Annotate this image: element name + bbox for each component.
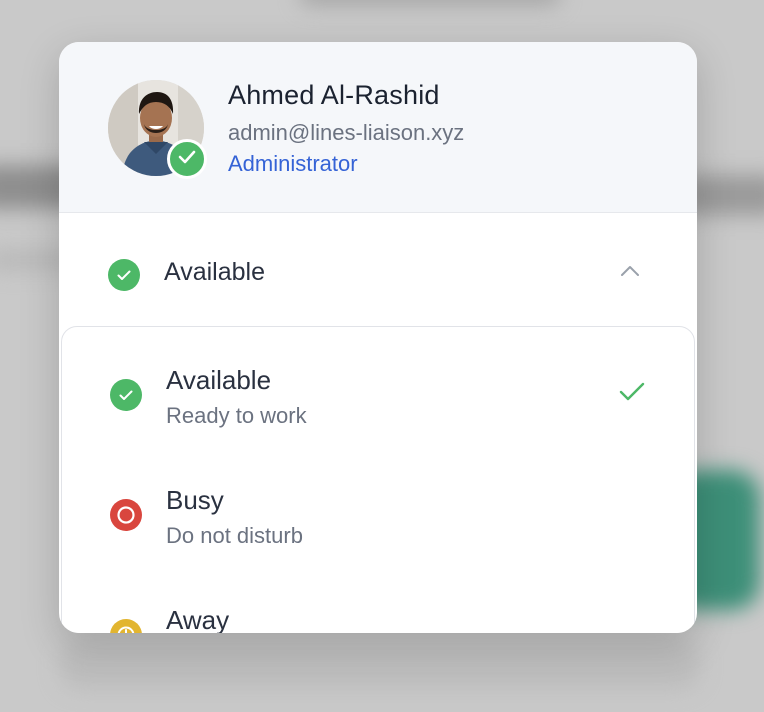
user-name: Ahmed Al-Rashid [228, 80, 440, 110]
check-circle-icon [110, 379, 142, 411]
away-clock-icon [110, 619, 142, 633]
user-email: admin@lines-liaison.xyz [228, 120, 465, 145]
check-icon [178, 150, 196, 169]
option-title: Away [166, 605, 230, 633]
status-options-list: Available Ready to work Busy Do not dist… [61, 326, 695, 633]
profile-header: Ahmed Al-Rashid admin@lines-liaison.xyz … [59, 42, 697, 213]
option-description: Ready to work [166, 403, 307, 428]
current-status-label: Available [164, 258, 266, 286]
user-role: Administrator [228, 151, 358, 176]
background-blur [60, 640, 700, 690]
verified-badge [167, 139, 207, 179]
option-title: Busy [166, 485, 224, 515]
chevron-up-icon [620, 264, 640, 282]
status-option-available[interactable]: Available Ready to work [62, 357, 694, 467]
option-title: Available [166, 365, 272, 395]
status-available-icon [108, 259, 140, 291]
status-option-busy[interactable]: Busy Do not disturb [62, 477, 694, 587]
option-description: Do not disturb [166, 523, 303, 548]
status-menu-card: Ahmed Al-Rashid admin@lines-liaison.xyz … [59, 42, 697, 633]
background-blur [300, 0, 560, 6]
busy-circle-icon [110, 499, 142, 531]
selected-check-icon [618, 381, 646, 408]
status-option-away[interactable]: Away [62, 597, 694, 633]
current-status-toggle[interactable]: Available [59, 213, 697, 327]
